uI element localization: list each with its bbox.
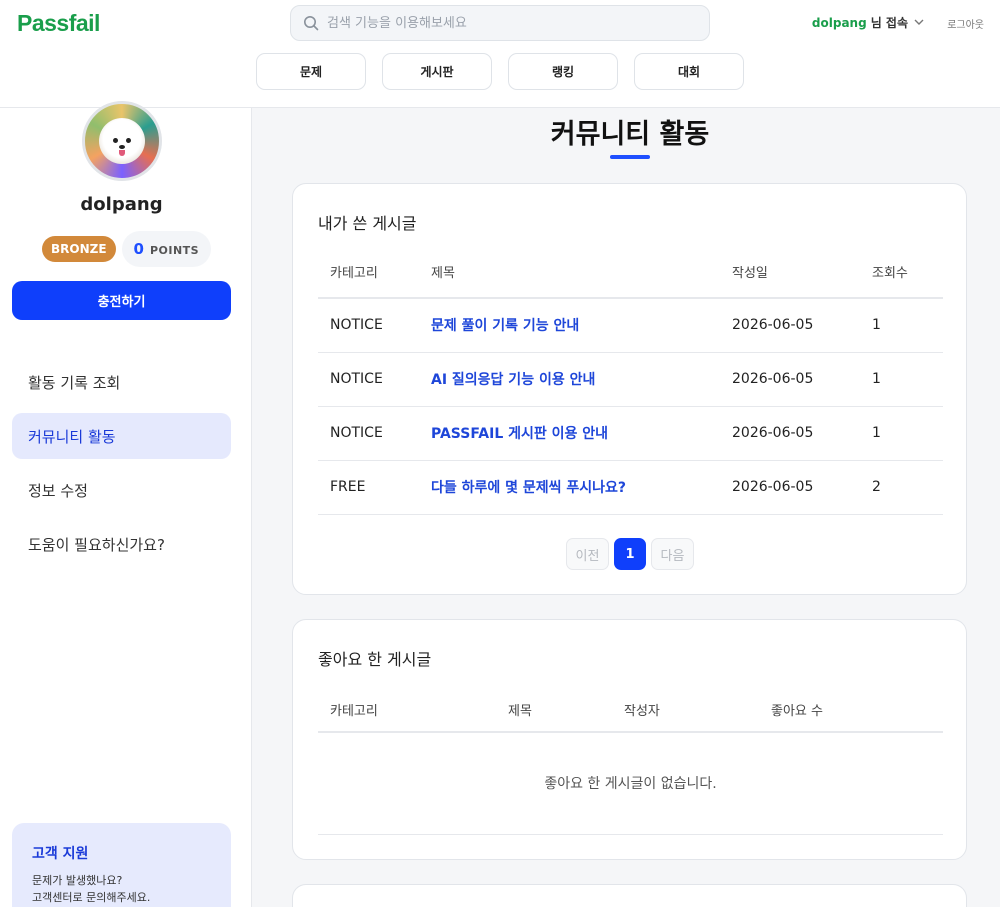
column-header: 작성자 <box>612 688 759 733</box>
post-title-link[interactable]: 다들 하루에 몇 문제씩 푸시나요? <box>419 460 720 515</box>
next-section-card <box>292 884 967 907</box>
table-header-row: 카테고리 제목 작성일 조회수 <box>318 246 943 299</box>
points-label: POINTS <box>149 244 200 257</box>
views-cell: 1 <box>860 406 943 461</box>
avatar-photo <box>99 118 145 164</box>
sidebar-menu: 활동 기록 조회 커뮤니티 활동 정보 수정 도움이 필요하신가요? <box>12 359 231 575</box>
sidebar-item-community-activity[interactable]: 커뮤니티 활동 <box>12 413 231 459</box>
nav-problems-button[interactable]: 문제 <box>256 53 366 90</box>
column-header: 카테고리 <box>318 246 419 299</box>
nav-board-button[interactable]: 게시판 <box>382 53 492 90</box>
search-bar[interactable] <box>290 5 710 41</box>
table-row[interactable]: FREE 다들 하루에 몇 문제씩 푸시나요? 2026-06-05 2 <box>318 460 943 515</box>
points-value: 0 <box>133 240 144 258</box>
table-header-row: 카테고리 제목 작성자 좋아요 수 <box>318 688 943 733</box>
views-cell: 2 <box>860 460 943 515</box>
charge-button[interactable]: 충전하기 <box>12 281 231 320</box>
column-header: 제목 <box>419 246 720 299</box>
views-cell: 1 <box>860 352 943 407</box>
page-title: 커뮤니티 활동 <box>550 119 710 150</box>
logout-link[interactable]: 로그아웃 <box>947 16 984 31</box>
my-posts-title: 내가 쓴 게시글 <box>318 214 417 233</box>
my-posts-card: 내가 쓴 게시글 카테고리 제목 작성일 조회수 NOTICE 문제 풀이 기록… <box>292 183 967 595</box>
liked-posts-title: 좋아요 한 게시글 <box>318 650 432 669</box>
liked-posts-card: 좋아요 한 게시글 카테고리 제목 작성자 좋아요 수 좋아요 한 게시글이 없… <box>292 619 967 860</box>
avatar-tongue <box>119 150 125 156</box>
main-nav: 문제 게시판 랭킹 대회 <box>256 53 744 90</box>
my-posts-table: 카테고리 제목 작성일 조회수 NOTICE 문제 풀이 기록 기능 안내 20… <box>318 246 943 515</box>
pagination: 이전 1 다음 <box>566 538 694 570</box>
category-cell: NOTICE <box>318 352 419 407</box>
empty-message: 좋아요 한 게시글이 없습니다. <box>318 732 943 835</box>
table-row[interactable]: NOTICE PASSFAIL 게시판 이용 안내 2026-06-05 1 <box>318 406 943 461</box>
nav-ranking-button[interactable]: 랭킹 <box>508 53 618 90</box>
chevron-down-icon <box>914 19 924 25</box>
user-suffix: 님 접속 <box>870 16 908 30</box>
date-cell: 2026-06-05 <box>720 298 860 353</box>
empty-row: 좋아요 한 게시글이 없습니다. <box>318 732 943 835</box>
sidebar-item-activity-history[interactable]: 활동 기록 조회 <box>12 359 231 405</box>
column-header: 제목 <box>496 688 612 733</box>
table-row[interactable]: NOTICE AI 질의응답 기능 이용 안내 2026-06-05 1 <box>318 352 943 407</box>
avatar-nose <box>119 145 125 149</box>
search-icon <box>304 16 319 31</box>
avatar-eye-left <box>113 138 118 143</box>
user-name: dolpang <box>811 15 867 30</box>
avatar-eye-right <box>126 138 131 143</box>
column-header: 작성일 <box>720 246 860 299</box>
tier-badge: BRONZE <box>42 236 116 262</box>
post-title-link[interactable]: AI 질의응답 기능 이용 안내 <box>419 352 720 407</box>
points-badge: 0 POINTS <box>121 231 212 267</box>
search-input[interactable] <box>327 15 687 31</box>
profile-name: dolpang <box>80 194 163 215</box>
column-header: 카테고리 <box>318 688 496 733</box>
nav-contest-button[interactable]: 대회 <box>634 53 744 90</box>
support-line-2: 고객센터로 문의해주세요. <box>32 891 151 904</box>
date-cell: 2026-06-05 <box>720 352 860 407</box>
category-cell: FREE <box>318 460 419 515</box>
post-title-link[interactable]: 문제 풀이 기록 기능 안내 <box>419 298 720 353</box>
support-line-1: 문제가 발생했나요? <box>32 874 123 887</box>
sidebar: dolpang BRONZE 0 POINTS 충전하기 활동 기록 조회 커뮤… <box>0 101 252 907</box>
next-page-button[interactable]: 다음 <box>651 538 694 570</box>
avatar <box>82 101 162 181</box>
category-cell: NOTICE <box>318 298 419 353</box>
sidebar-item-edit-info[interactable]: 정보 수정 <box>12 467 231 513</box>
views-cell: 1 <box>860 298 943 353</box>
title-underline <box>610 155 650 159</box>
user-menu[interactable]: dolpang 님 접속 <box>812 14 924 31</box>
date-cell: 2026-06-05 <box>720 460 860 515</box>
prev-page-button[interactable]: 이전 <box>566 538 609 570</box>
date-cell: 2026-06-05 <box>720 406 860 461</box>
profile-badges: BRONZE 0 POINTS <box>42 231 212 267</box>
support-box[interactable]: 고객 지원 문제가 발생했나요? 고객센터로 문의해주세요. <box>12 823 231 907</box>
column-header: 조회수 <box>860 246 943 299</box>
sidebar-item-help[interactable]: 도움이 필요하신가요? <box>12 521 231 567</box>
column-header: 좋아요 수 <box>759 688 943 733</box>
top-header: Passfail dolpang 님 접속 로그아웃 문제 게시판 랭킹 대회 <box>0 0 1000 108</box>
category-cell: NOTICE <box>318 406 419 461</box>
logo[interactable]: Passfail <box>17 10 100 37</box>
liked-posts-table: 카테고리 제목 작성자 좋아요 수 좋아요 한 게시글이 없습니다. <box>318 688 943 835</box>
support-title: 고객 지원 <box>32 846 89 862</box>
table-row[interactable]: NOTICE 문제 풀이 기록 기능 안내 2026-06-05 1 <box>318 298 943 353</box>
page-1-button[interactable]: 1 <box>614 538 646 570</box>
post-title-link[interactable]: PASSFAIL 게시판 이용 안내 <box>419 406 720 461</box>
